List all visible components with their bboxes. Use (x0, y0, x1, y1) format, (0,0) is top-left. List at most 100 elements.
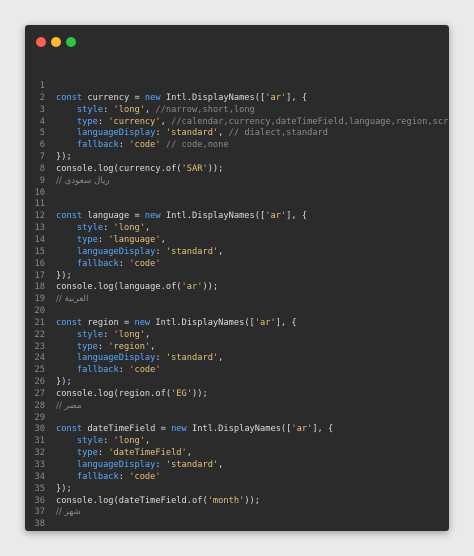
code-line: 6 fallback: 'code' // code,none (25, 140, 449, 152)
code-line: 7}); (25, 152, 449, 164)
line-number: 15 (34, 246, 45, 257)
code-text: languageDisplay: 'standard', (76, 460, 224, 470)
line-number: 22 (34, 329, 45, 340)
code-line: 26}); (25, 377, 449, 389)
code-text: const currency = new Intl.DisplayNames([… (56, 92, 308, 103)
line-number: 27 (34, 388, 45, 399)
code-line: 24 languageDisplay: 'standard', (25, 353, 449, 365)
code-text: style: 'long', (76, 329, 151, 340)
code-window: 1 2 const currency = new Intl.DisplayNames… (25, 25, 449, 531)
code-text: }); (56, 152, 72, 163)
line-number: 35 (34, 483, 45, 494)
code-text: // ريال سعودي (56, 175, 110, 186)
code-line: 23 type: 'region', (25, 342, 449, 354)
code-line: 10 (25, 188, 449, 200)
line-number: 7 (39, 152, 45, 163)
line-number: 29 (34, 412, 45, 423)
line-number: 1 (39, 81, 45, 91)
line-number: 32 (34, 448, 45, 459)
line-number: 10 (34, 187, 45, 198)
line-number: 2 (39, 92, 45, 103)
code-text: fallback: 'code' (76, 365, 161, 376)
code-text: type: 'currency', //calendar,currency,da… (76, 116, 449, 127)
code-line: 9 // ريال سعودي (25, 176, 449, 188)
code-line: 1 (25, 81, 449, 93)
code-line: 16 fallback: 'code' (25, 259, 449, 271)
code-line: 11 (25, 199, 449, 211)
code-line: 38 (25, 519, 449, 531)
line-number: 3 (39, 104, 45, 115)
line-number: 17 (34, 270, 45, 281)
code-text: }); (56, 270, 72, 281)
code-text: style: 'long', (76, 223, 151, 234)
maximize-window-button[interactable] (66, 37, 76, 47)
code-text: console.log(dateTimeField.of('month')); (56, 495, 261, 506)
code-text: // العربية (56, 294, 89, 305)
line-number: 8 (39, 163, 45, 174)
code-line: 31 style: 'long', (25, 436, 449, 448)
window-titlebar (25, 25, 449, 59)
code-line: 17}); (25, 271, 449, 283)
code-line: 20 (25, 306, 449, 318)
line-number: 12 (34, 211, 45, 222)
code-text: // شهر (56, 507, 81, 518)
code-block: 1 2 const currency = new Intl.DisplayNames… (25, 81, 449, 531)
line-number: 28 (34, 400, 45, 411)
code-text: console.log(language.of('ar')); (56, 282, 219, 293)
code-line: 34 fallback: 'code' (25, 472, 449, 484)
code-line: 3 style: 'long', //narrow,short,long (25, 105, 449, 117)
code-line: 5 languageDisplay: 'standard', // dialec… (25, 128, 449, 140)
code-line: 35}); (25, 484, 449, 496)
code-text: console.log(region.of('EG')); (56, 388, 208, 399)
code-text: fallback: 'code' (76, 471, 161, 482)
code-text: const language = new Intl.DisplayNames([… (56, 211, 308, 222)
code-line: 28 // مصر (25, 401, 449, 413)
code-line: 27 console.log(region.of('EG')); (25, 389, 449, 401)
code-line: 4 type: 'currency', //calendar,currency,… (25, 117, 449, 129)
line-number: 30 (34, 424, 45, 435)
line-number: 11 (34, 199, 45, 210)
code-text: languageDisplay: 'standard', // dialect,… (76, 128, 329, 139)
line-number: 38 (34, 519, 45, 530)
code-line: 15 languageDisplay: 'standard', (25, 247, 449, 259)
line-number: 34 (34, 471, 45, 482)
line-number: 4 (39, 116, 45, 127)
minimize-window-button[interactable] (51, 37, 61, 47)
line-number: 13 (34, 223, 45, 234)
line-number: 33 (34, 460, 45, 470)
code-line: 12 const language = new Intl.DisplayNames… (25, 211, 449, 223)
code-text: fallback: 'code' (76, 258, 161, 269)
code-text: // مصر (56, 400, 82, 411)
code-line: 19 // العربية (25, 294, 449, 306)
code-line: 21 const region = new Intl.DisplayNames([… (25, 318, 449, 330)
code-line: 32 type: 'dateTimeField', (25, 448, 449, 460)
code-text: fallback: 'code' // code,none (76, 140, 229, 151)
line-number: 20 (34, 306, 45, 317)
line-number: 36 (34, 495, 45, 506)
line-number: 16 (34, 258, 45, 269)
line-number: 6 (39, 140, 45, 151)
code-text: console.log(currency.of('SAR')); (56, 163, 224, 174)
code-line: 14 type: 'language', (25, 235, 449, 247)
code-line: 36 console.log(dateTimeField.of('month'))… (25, 496, 449, 508)
code-text: languageDisplay: 'standard', (76, 246, 224, 257)
code-line: 37 // شهر (25, 507, 449, 519)
code-line: 29 (25, 413, 449, 425)
line-number: 23 (34, 341, 45, 352)
code-text: const region = new Intl.DisplayNames(['a… (56, 317, 297, 328)
line-number: 31 (34, 436, 45, 447)
code-text: const dateTimeField = new Intl.DisplayNa… (56, 424, 334, 435)
code-text: languageDisplay: 'standard', (76, 353, 224, 364)
code-line: 33 languageDisplay: 'standard', (25, 460, 449, 472)
line-number: 9 (39, 175, 45, 186)
line-number: 37 (34, 507, 45, 518)
line-number: 18 (34, 282, 45, 293)
code-text: type: 'language', (76, 234, 166, 245)
code-line: 13 style: 'long', (25, 223, 449, 235)
code-line: 22 style: 'long', (25, 330, 449, 342)
close-window-button[interactable] (36, 37, 46, 47)
code-line: 18 console.log(language.of('ar')); (25, 282, 449, 294)
code-text: style: 'long', //narrow,short,long (76, 104, 255, 115)
line-number: 26 (34, 377, 45, 388)
code-text: }); (56, 377, 72, 388)
